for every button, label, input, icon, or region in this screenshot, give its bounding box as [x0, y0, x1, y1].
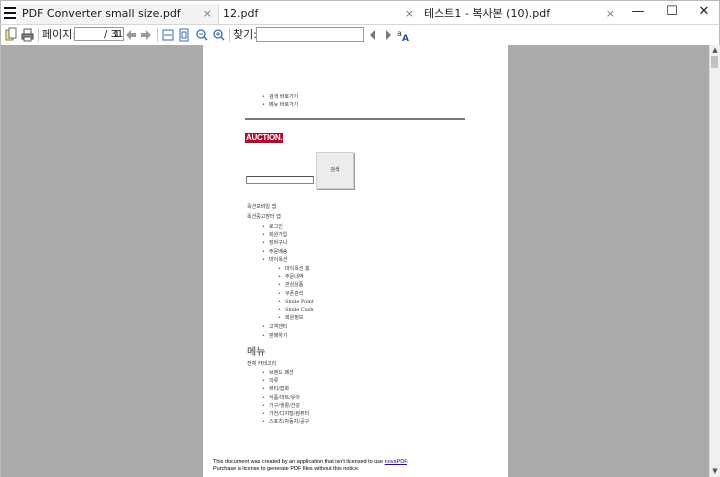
- find-label: 찾기:: [233, 28, 257, 41]
- list-item[interactable]: 로그인: [262, 223, 314, 231]
- tab-close-icon[interactable]: ×: [203, 4, 212, 24]
- list-item[interactable]: 회원가입: [262, 231, 314, 239]
- toolbar-divider: [38, 28, 39, 42]
- scroll-up-icon[interactable]: ▲: [710, 45, 720, 55]
- list-item[interactable]: 가전/디지털/컴퓨터: [262, 410, 309, 418]
- doc-search-button[interactable]: 검색: [316, 152, 354, 189]
- fit-page-icon[interactable]: [178, 27, 190, 43]
- pdf-page: 검색 바로가기 메뉴 바로가기 AUCTION. 검색 옥션모바일 앱 옥션중고…: [203, 45, 508, 477]
- tab-close-icon[interactable]: ×: [606, 4, 615, 24]
- toolbar-divider: [157, 28, 158, 42]
- tab-label: 12.pdf: [223, 7, 259, 20]
- list-item[interactable]: 메뉴 바로가기: [262, 101, 298, 109]
- menu-heading: 메뉴: [247, 347, 266, 358]
- scroll-thumb[interactable]: [711, 56, 718, 68]
- list-item[interactable]: Smile Point: [278, 298, 314, 306]
- print-icon[interactable]: [21, 27, 34, 43]
- tab-pdf-converter[interactable]: PDF Converter small size.pdf ×: [16, 4, 219, 24]
- license-notice-line2: Purchase a license to generate PDF files…: [213, 466, 360, 472]
- my-auction-sublist: 마이옥션 홈 주문내역 관심상품 쿠폰관리 Smile Point Smile …: [278, 265, 314, 323]
- list-item[interactable]: 마이옥션: [262, 256, 314, 264]
- list-item[interactable]: 주문배송: [262, 248, 314, 256]
- license-notice-prefix: This document was created by an applicat…: [213, 459, 385, 465]
- scroll-down-icon[interactable]: ▼: [710, 466, 720, 476]
- find-next-icon[interactable]: [383, 27, 393, 43]
- list-item[interactable]: 마이옥션 홈: [278, 265, 314, 273]
- match-case-icon[interactable]: a A: [397, 27, 410, 43]
- find-input[interactable]: [256, 27, 364, 42]
- next-page-icon[interactable]: [140, 27, 152, 43]
- auction-logo: AUCTION.: [245, 133, 284, 143]
- list-item[interactable]: 의류: [262, 377, 309, 385]
- toolbar: 페이지: 1 / 31 찾기: a A: [0, 24, 720, 46]
- divider-line: [245, 118, 465, 120]
- list-item[interactable]: 쿠폰관리: [278, 290, 314, 298]
- tab-label: 테스트1 - 복사본 (10).pdf: [424, 7, 551, 20]
- vertical-scrollbar[interactable]: ▲ ▼: [709, 45, 720, 477]
- tab-close-icon[interactable]: ×: [405, 4, 414, 24]
- tab-12[interactable]: 12.pdf ×: [217, 4, 420, 24]
- novapdf-link[interactable]: novaPDF: [385, 459, 407, 465]
- list-item[interactable]: 뷰티/잡화: [262, 385, 309, 393]
- list-item[interactable]: 관심상품: [278, 281, 314, 289]
- mobile-app-link[interactable]: 옥션모바일 앱: [247, 203, 276, 210]
- tab-label: PDF Converter small size.pdf: [22, 7, 181, 20]
- find-previous-icon[interactable]: [368, 27, 378, 43]
- tab-test-copy[interactable]: 테스트1 - 복사본 (10).pdf ×: [418, 4, 621, 24]
- all-category-label: 전체 카테고리: [247, 361, 277, 367]
- document-viewport[interactable]: 검색 바로가기 메뉴 바로가기 AUCTION. 검색 옥션모바일 앱 옥션중고…: [0, 45, 710, 477]
- previous-page-icon[interactable]: [125, 27, 137, 43]
- maximize-button[interactable]: ☐: [655, 1, 689, 23]
- open-file-icon[interactable]: [5, 27, 17, 43]
- list-item[interactable]: 회원정보: [278, 314, 314, 322]
- list-item[interactable]: 검색 바로가기: [262, 93, 298, 101]
- list-item[interactable]: 가구/생활/건강: [262, 402, 309, 410]
- zoom-in-icon[interactable]: [212, 27, 225, 43]
- list-item[interactable]: Smile Cash: [278, 306, 314, 314]
- category-list: 브랜드 패션 의류 뷰티/잡화 식품/마트/유아 가구/생활/건강 가전/디지털…: [262, 369, 309, 427]
- minimize-button[interactable]: —: [621, 1, 655, 23]
- list-item[interactable]: 고객센터: [262, 323, 314, 331]
- close-window-button[interactable]: ✕: [687, 1, 720, 23]
- title-bar: PDF Converter small size.pdf × 12.pdf × …: [0, 0, 720, 25]
- list-item[interactable]: 스포츠/자동차/공구: [262, 418, 309, 426]
- list-item[interactable]: 식품/마트/유아: [262, 394, 309, 402]
- zoom-out-icon[interactable]: [195, 27, 208, 43]
- svg-text:A: A: [402, 34, 409, 43]
- doc-search-input[interactable]: [246, 176, 314, 184]
- page-label: 페이지:: [42, 28, 77, 41]
- fit-width-icon[interactable]: [162, 27, 174, 43]
- toolbar-divider: [229, 28, 230, 42]
- hamburger-menu-icon[interactable]: [4, 5, 16, 19]
- page-total: / 31: [104, 29, 124, 40]
- license-notice-suffix: .: [406, 459, 409, 465]
- license-notice-line1: This document was created by an applicat…: [213, 459, 409, 465]
- top-links-list: 검색 바로가기 메뉴 바로가기: [262, 93, 298, 110]
- list-item[interactable]: 판매하기: [262, 332, 314, 340]
- list-item[interactable]: 주문내역: [278, 273, 314, 281]
- nav-list: 로그인 회원가입 장바구니 주문배송 마이옥션 마이옥션 홈 주문내역 관심상품…: [262, 223, 314, 340]
- list-item[interactable]: 장바구니: [262, 239, 314, 247]
- list-item[interactable]: 브랜드 패션: [262, 369, 309, 377]
- used-market-app-link[interactable]: 옥션중고장터 앱: [247, 213, 281, 220]
